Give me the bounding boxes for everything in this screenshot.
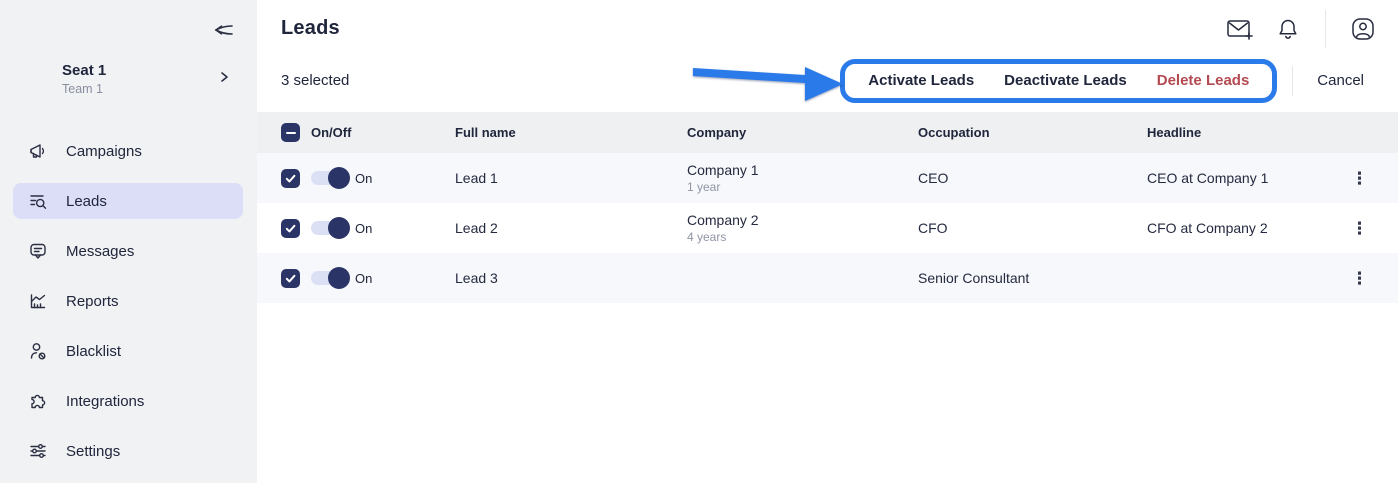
row-menu-kebab-icon[interactable]: ⋮ bbox=[1345, 266, 1374, 291]
sidebar-item-label: Integrations bbox=[66, 393, 144, 410]
chat-icon bbox=[28, 241, 48, 261]
delete-leads-button[interactable]: Delete Leads bbox=[1142, 72, 1265, 89]
company-name: Company 2 bbox=[687, 212, 918, 228]
deactivate-leads-button[interactable]: Deactivate Leads bbox=[989, 72, 1142, 89]
selection-bar: 3 selected Activate Leads Deactivate Lea… bbox=[257, 57, 1398, 104]
sidebar-item-label: Campaigns bbox=[66, 143, 142, 160]
bell-icon[interactable] bbox=[1273, 14, 1303, 44]
sidebar-item-label: Leads bbox=[66, 193, 107, 210]
toggle-state-label: On bbox=[355, 171, 372, 186]
company-name: Company 1 bbox=[687, 162, 918, 178]
company-cell bbox=[687, 277, 918, 279]
column-header-company[interactable]: Company bbox=[687, 125, 918, 140]
sidebar-item-settings[interactable]: Settings bbox=[0, 433, 257, 469]
table-row-lead-3[interactable]: On Lead 3 Senior Consultant ⋮ bbox=[257, 253, 1398, 303]
app-window: Seat 1 Team 1 Campaigns bbox=[0, 0, 1398, 483]
sidebar-item-messages[interactable]: Messages bbox=[0, 233, 257, 269]
column-header-headline[interactable]: Headline bbox=[1147, 125, 1343, 140]
sidebar-item-leads[interactable]: Leads bbox=[13, 183, 243, 219]
leads-search-icon bbox=[28, 191, 48, 211]
headline-cell: CFO at Company 2 bbox=[1147, 220, 1343, 236]
company-cell: Company 2 4 years bbox=[687, 212, 918, 244]
activate-leads-button[interactable]: Activate Leads bbox=[853, 72, 989, 89]
headline-cell: CEO at Company 1 bbox=[1147, 170, 1343, 186]
puzzle-icon bbox=[28, 391, 48, 411]
cancel-divider bbox=[1292, 66, 1293, 96]
sidebar-item-reports[interactable]: Reports bbox=[0, 283, 257, 319]
chevron-right-icon bbox=[217, 70, 231, 84]
sidebar-item-label: Blacklist bbox=[66, 343, 121, 360]
full-name-cell: Lead 2 bbox=[455, 220, 687, 236]
table-row-lead-2[interactable]: On Lead 2 Company 2 4 years CFO CFO at C… bbox=[257, 203, 1398, 253]
company-cell: Company 1 1 year bbox=[687, 162, 918, 194]
company-tenure: 1 year bbox=[687, 180, 918, 194]
annotation-arrow-icon bbox=[693, 58, 845, 104]
table-row-lead-1[interactable]: On Lead 1 Company 1 1 year CEO CEO at Co… bbox=[257, 153, 1398, 203]
blocked-user-icon bbox=[28, 341, 48, 361]
occupation-cell: CEO bbox=[918, 170, 1147, 186]
select-all-checkbox[interactable] bbox=[281, 123, 300, 142]
sidebar-nav: Campaigns Leads Messag bbox=[0, 133, 257, 483]
main-content: Leads bbox=[257, 0, 1398, 483]
sliders-icon bbox=[28, 441, 48, 461]
collapse-sidebar-icon[interactable] bbox=[211, 18, 235, 42]
header-divider bbox=[1325, 10, 1326, 48]
table-body: On Lead 1 Company 1 1 year CEO CEO at Co… bbox=[257, 153, 1398, 303]
sidebar: Seat 1 Team 1 Campaigns bbox=[0, 0, 257, 483]
occupation-cell: Senior Consultant bbox=[918, 270, 1147, 286]
column-header-fullname[interactable]: Full name bbox=[455, 125, 687, 140]
onoff-toggle[interactable] bbox=[311, 271, 347, 285]
row-menu-kebab-icon[interactable]: ⋮ bbox=[1345, 216, 1374, 241]
sidebar-item-label: Settings bbox=[66, 443, 120, 460]
row-menu-kebab-icon[interactable]: ⋮ bbox=[1345, 166, 1374, 191]
top-header: Leads bbox=[257, 0, 1398, 57]
full-name-cell: Lead 1 bbox=[455, 170, 687, 186]
sidebar-item-blacklist[interactable]: Blacklist bbox=[0, 333, 257, 369]
row-checkbox[interactable] bbox=[281, 169, 300, 188]
table-header-row: On/Off Full name Company Occupation Head… bbox=[257, 112, 1398, 153]
header-actions bbox=[1225, 10, 1378, 48]
profile-icon[interactable] bbox=[1348, 14, 1378, 44]
sidebar-item-campaigns[interactable]: Campaigns bbox=[0, 133, 257, 169]
sidebar-item-label: Reports bbox=[66, 293, 119, 310]
onoff-toggle[interactable] bbox=[311, 221, 347, 235]
row-checkbox[interactable] bbox=[281, 219, 300, 238]
chart-icon bbox=[28, 291, 48, 311]
occupation-cell: CFO bbox=[918, 220, 1147, 236]
megaphone-icon bbox=[28, 141, 48, 161]
annotation-highlight-box: Activate Leads Deactivate Leads Delete L… bbox=[840, 59, 1277, 103]
seat-subtitle: Team 1 bbox=[62, 82, 257, 96]
seat-selector[interactable]: Seat 1 Team 1 bbox=[0, 62, 257, 96]
company-tenure: 4 years bbox=[687, 230, 918, 244]
toggle-state-label: On bbox=[355, 271, 372, 286]
bulk-actions: Activate Leads Deactivate Leads Delete L… bbox=[693, 58, 1378, 104]
onoff-toggle[interactable] bbox=[311, 171, 347, 185]
selected-count: 3 selected bbox=[281, 72, 349, 89]
row-checkbox[interactable] bbox=[281, 269, 300, 288]
mail-plus-icon[interactable] bbox=[1225, 14, 1255, 44]
column-header-occupation[interactable]: Occupation bbox=[918, 125, 1147, 140]
page-title: Leads bbox=[281, 17, 340, 40]
toggle-state-label: On bbox=[355, 221, 372, 236]
leads-table: On/Off Full name Company Occupation Head… bbox=[257, 112, 1398, 303]
cancel-button[interactable]: Cancel bbox=[1309, 72, 1372, 89]
sidebar-item-integrations[interactable]: Integrations bbox=[0, 383, 257, 419]
full-name-cell: Lead 3 bbox=[455, 270, 687, 286]
column-header-onoff[interactable]: On/Off bbox=[311, 125, 455, 140]
sidebar-item-label: Messages bbox=[66, 243, 134, 260]
